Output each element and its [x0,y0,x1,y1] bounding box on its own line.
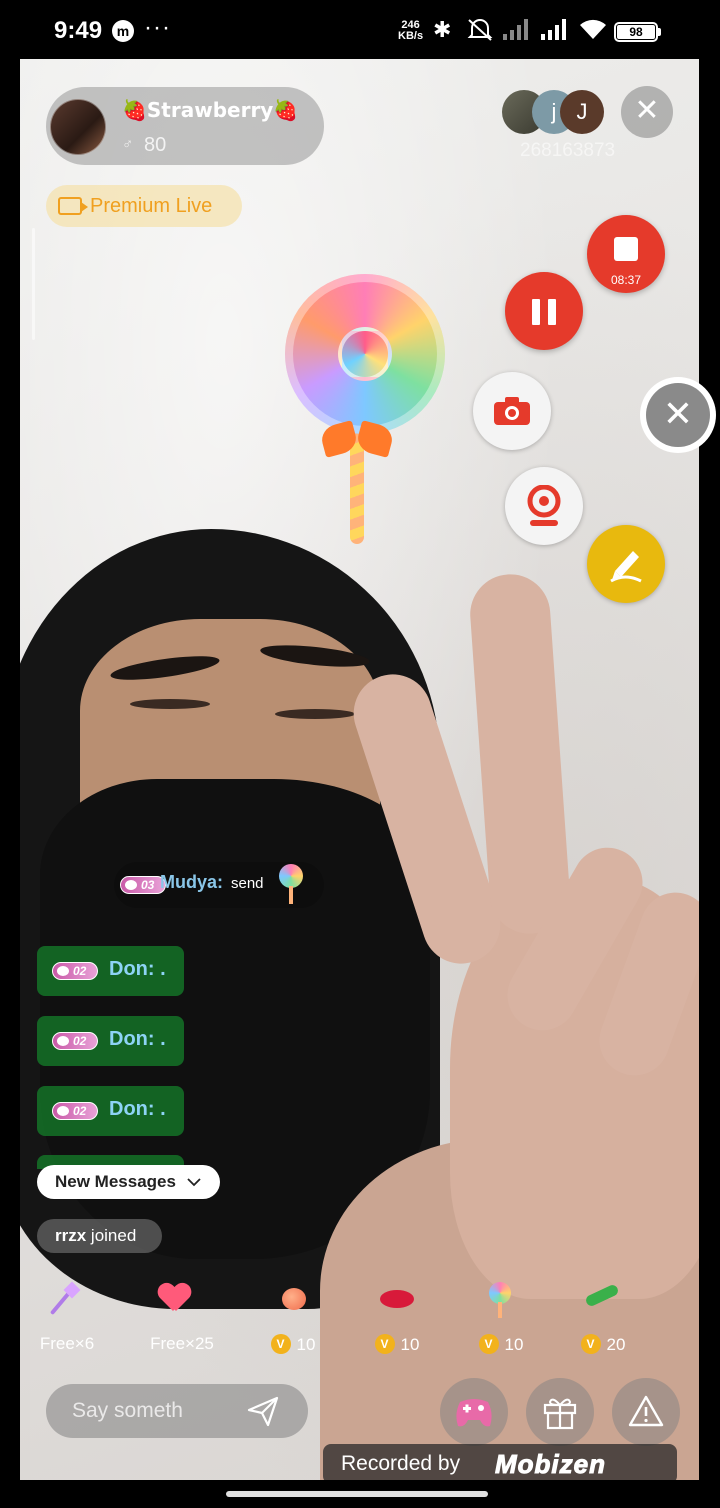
gift-icon [543,1398,577,1430]
app-notification-icon: m [112,20,134,42]
gift-price: Free×25 [150,1334,214,1353]
gift-price: Free×6 [39,1334,95,1353]
viewer-avatar[interactable]: J [560,90,604,134]
warning-icon [628,1395,664,1427]
joined-user: rrzx [55,1226,87,1245]
screenshot-button[interactable] [473,372,551,450]
stop-recording-button[interactable]: 08:37 [587,215,665,293]
user-icon: ♂ [122,136,134,153]
new-messages-button[interactable]: New Messages [37,1165,220,1199]
gift-cucumber[interactable]: V 20 [558,1280,648,1360]
stop-icon [614,237,638,261]
scroll-indicator [32,228,35,340]
pen-icon [610,551,642,583]
gift-price: 10 [400,1335,420,1354]
gift-price: 20 [606,1335,626,1354]
coin-icon: V [270,1334,291,1354]
video-camera-icon [58,197,88,215]
viewer-count: 80 [144,134,167,156]
bluetooth-icon: ✱ [433,17,452,42]
chat-message[interactable]: 02 Don: . [37,1086,184,1136]
room-id: 268163873 [520,140,616,161]
chat-message[interactable]: 02 Don: . [37,1016,184,1066]
more-notifications-icon: ··· [144,14,171,41]
status-time: 9:49 [54,17,103,44]
gift-peach[interactable]: V 10 [248,1280,338,1360]
gift-price: 10 [296,1335,316,1354]
facecam-button[interactable] [505,467,583,545]
gift-lips[interactable]: V 10 [352,1280,442,1360]
chat-message[interactable]: 02 Don: . [37,946,184,996]
pause-icon [532,299,540,325]
close-live-button[interactable]: ✕ [621,86,673,138]
watermark-text: Recorded by [341,1452,461,1475]
send-icon[interactable] [246,1394,280,1428]
camera-icon [494,397,530,425]
report-button[interactable] [612,1378,680,1446]
webcam-icon [527,485,561,526]
gift-lollipop[interactable]: V 10 [456,1280,546,1360]
mobizen-logo: Mobizen [495,1449,606,1480]
recording-timer: 08:37 [610,273,642,287]
gift-sender[interactable]: Mudya: [160,872,223,893]
pause-recording-button[interactable] [505,272,583,350]
home-handle[interactable] [226,1491,488,1497]
coin-icon: V [580,1334,601,1354]
wifi-icon [578,17,608,47]
battery-icon: 98 [614,22,658,42]
join-notification: rrzx joined [37,1219,162,1253]
draw-button[interactable] [587,525,665,603]
lollipop-gift-animation [280,274,450,544]
gift-wand[interactable]: Free×6 [22,1280,112,1360]
coin-icon: V [374,1334,395,1354]
gift-price: 10 [504,1335,524,1354]
user-level-badge: 02 [52,962,98,980]
status-bar: 9:49 m ··· 246 KB/s ✱ 98 [0,0,720,60]
coin-icon: V [478,1334,499,1354]
chat-input[interactable] [72,1398,232,1424]
joined-text: joined [90,1226,137,1245]
user-level-badge: 02 [52,1032,98,1050]
lollipop-icon [279,864,303,904]
gift-heart[interactable]: Free×25 [137,1280,227,1360]
network-speed: 246 KB/s [398,19,424,42]
signal-icon [540,17,570,47]
gift-action: send [231,875,264,892]
chat-message-text: Don: . [109,1098,166,1120]
signal-icon [502,17,532,47]
game-button[interactable] [440,1378,508,1446]
gamepad-icon [456,1399,492,1427]
chat-message-text: Don: . [109,1028,166,1050]
silent-icon [466,17,494,49]
premium-live-label: Premium Live [90,195,213,217]
chevron-down-icon [187,1178,201,1187]
chat-message-text: Don: . [109,958,166,980]
close-icon: ✕ [646,383,710,447]
host-name: 🍓Strawberry🍓 [122,98,299,122]
close-recorder-button[interactable]: ✕ [640,377,716,453]
user-level-badge: 02 [52,1102,98,1120]
host-avatar[interactable] [50,99,106,155]
gift-box-button[interactable] [526,1378,594,1446]
